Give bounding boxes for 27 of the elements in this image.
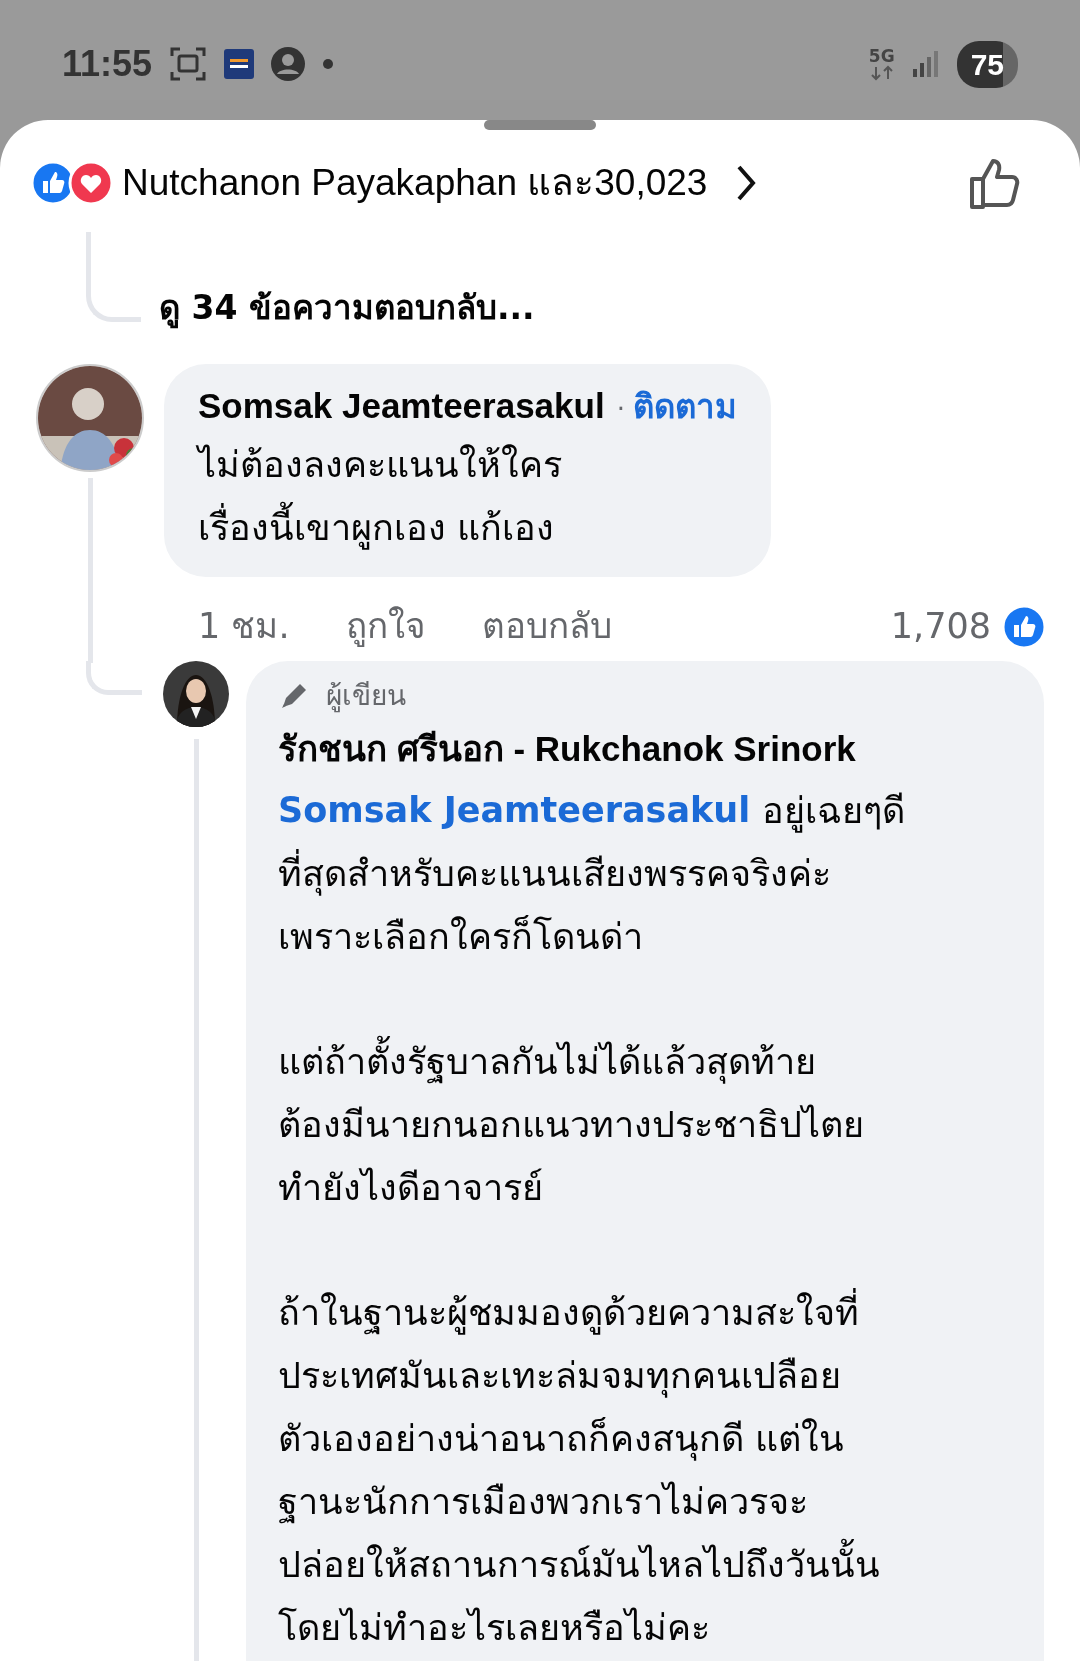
data-arrows-icon (869, 65, 894, 81)
drag-handle[interactable] (484, 120, 596, 130)
reply-text: ที่สุดสำหรับคะแนนเสียงพรรคจริงค่ะ เพราะเลือกใครก็โดนด่า (278, 842, 1010, 968)
author-label: ผู้เขียน (326, 677, 406, 715)
battery-indicator: 75 (956, 40, 1018, 88)
status-time: 11:55 (62, 42, 153, 86)
mention-link[interactable]: Somsak Jeamteerasakul (278, 779, 751, 842)
signal-icon (910, 49, 941, 79)
app-icon (224, 49, 255, 79)
reply-link[interactable]: ตอบกลับ (481, 600, 612, 653)
like-link[interactable]: ถูกใจ (345, 600, 426, 653)
heart-reaction-icon (68, 160, 114, 206)
reply-text: อยู่เฉยๆดี (762, 789, 906, 835)
network-type: 5G (868, 47, 895, 65)
view-replies-link[interactable]: ดู 34 ข้อความตอบกลับ... (159, 282, 535, 332)
comment-time: 1 ชม. (198, 605, 290, 649)
reaction-count: 1,708 (890, 605, 991, 649)
author-name[interactable]: รักชนก ศรีนอก - Rukchanok Srinork (278, 722, 1010, 775)
reply-paragraph: ถ้าในฐานะผู้ชมมองดูด้วยความสะใจที่ ประเทศมันเละเทะล่มจมทุกคนเปลือย ตัวเองอย่างน่าอนาถก็คงสนุกดี แต่ใน ฐานะนักการเมืองพวกเราไม่ควรจะ ปล่อยให้สถานการณ์มันไหลไปถึงวันนั้น โดยไม่ทำอะไรเลยหรือไม่คะ (278, 1281, 1010, 1659)
reply-paragraph: แต่ถ้าตั้งรัฐบาลกันไม่ได้แล้วสุดท้าย ต้องมีนายกนอกแนวทางประชาธิปไตย ทำยังไงดีอาจารย์ (278, 1030, 1010, 1219)
reactions-summary[interactable]: Nutchanon Payakaphan และ30,023 (122, 155, 708, 211)
separator: · (616, 393, 625, 426)
account-icon (270, 46, 307, 82)
dot-icon (322, 58, 335, 70)
thread-connector (86, 660, 142, 695)
follow-link[interactable]: ติดตาม (632, 382, 737, 432)
author-name[interactable]: Somsak Jeamteerasakul (198, 380, 605, 433)
